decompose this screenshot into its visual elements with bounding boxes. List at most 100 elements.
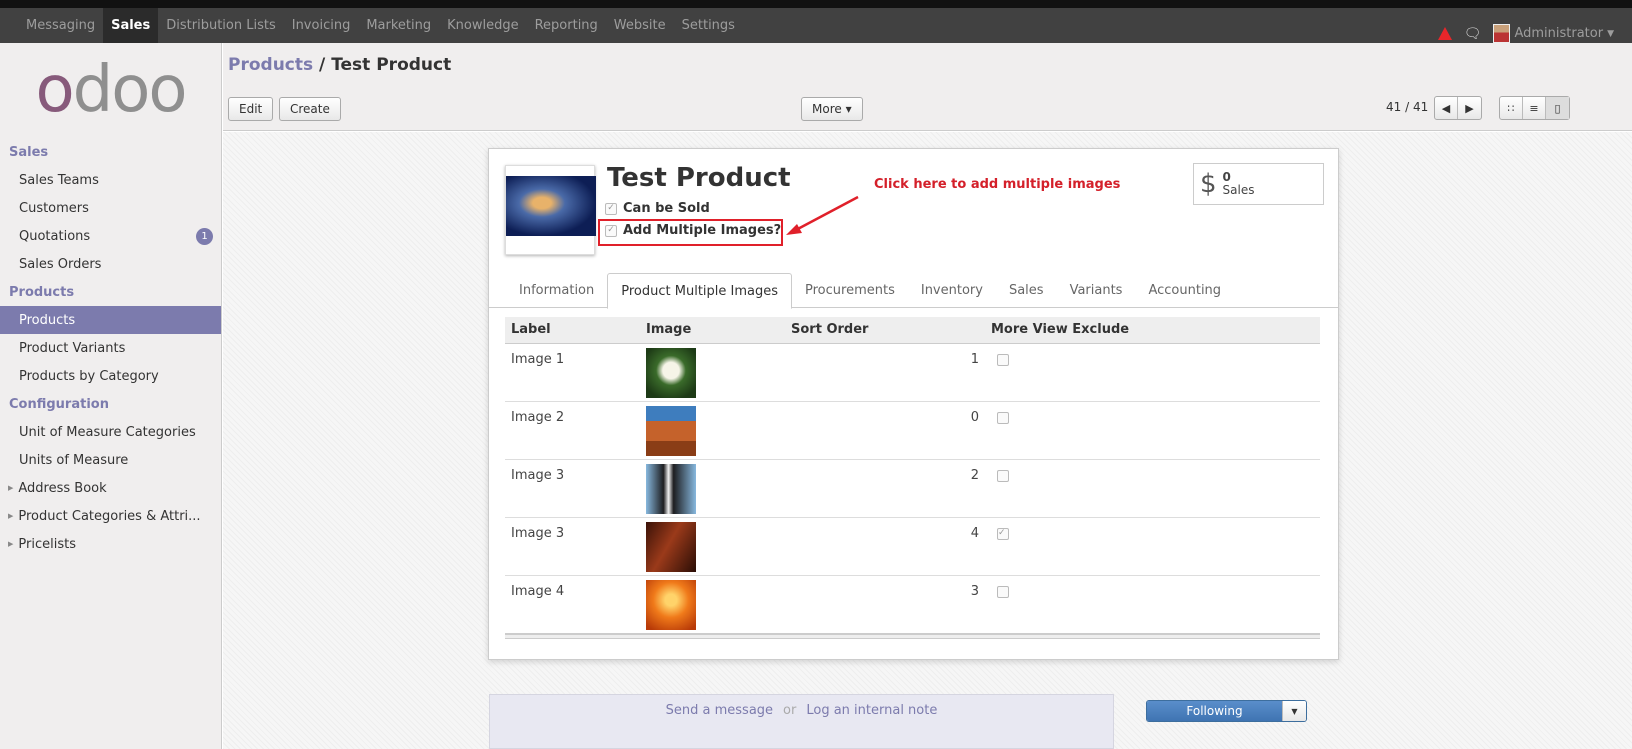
pager-buttons: ◀ ▶ (1434, 96, 1482, 120)
sidebar-item-sales-teams[interactable]: Sales Teams (0, 166, 221, 194)
row-exclude-cell (985, 575, 1320, 634)
sidebar-section-products: Products (9, 284, 75, 300)
table-row[interactable]: Image 4 3 (505, 575, 1320, 634)
sales-stat-label: Sales (1222, 183, 1255, 197)
row-label: Image 4 (505, 575, 640, 634)
product-image[interactable] (505, 165, 596, 255)
top-menu-messaging[interactable]: Messaging (18, 8, 103, 43)
sidebar-item-customers[interactable]: Customers (0, 194, 221, 222)
tab-variants[interactable]: Variants (1057, 273, 1136, 308)
tab-procurements[interactable]: Procurements (792, 273, 908, 308)
form-content-area: Test Product ✓ Can be Sold ✓ Add Multipl… (223, 132, 1632, 749)
top-menu-settings[interactable]: Settings (674, 8, 743, 43)
more-view-exclude-checkbox[interactable]: ✓ (997, 527, 1009, 540)
column-header-image[interactable]: Image (640, 317, 785, 344)
odoo-logo[interactable]: o doo (0, 43, 221, 138)
form-tabs: Information Product Multiple Images Proc… (489, 273, 1338, 309)
row-image-cell (640, 459, 785, 518)
tab-product-multiple-images[interactable]: Product Multiple Images (607, 273, 793, 309)
row-sort-order: 2 (785, 459, 985, 518)
sidebar-item-pricelists[interactable]: ▶ Pricelists (0, 530, 221, 558)
top-menu-knowledge[interactable]: Knowledge (439, 8, 526, 43)
control-panel: Products / Test Product Edit Create More… (223, 43, 1632, 131)
user-avatar (1493, 24, 1511, 43)
row-image-cell (640, 343, 785, 402)
row-exclude-cell (985, 343, 1320, 402)
send-message-link[interactable]: Send a message (666, 703, 773, 748)
row-exclude-cell (985, 459, 1320, 518)
top-menu-reporting[interactable]: Reporting (527, 8, 606, 43)
top-menu: Messaging Sales Distribution Lists Invoi… (0, 8, 743, 43)
sidebar-item-uom-categories[interactable]: Unit of Measure Categories (0, 418, 221, 446)
sidebar-item-units-of-measure[interactable]: Units of Measure (0, 446, 221, 474)
tab-accounting[interactable]: Accounting (1135, 273, 1234, 308)
product-image-picture (506, 176, 596, 236)
user-menu[interactable]: Administrator ▼ (1493, 24, 1614, 43)
sidebar-item-label: Product Categories & Attri... (18, 508, 201, 524)
edit-button[interactable]: Edit (228, 97, 274, 121)
following-button[interactable]: Following (1147, 701, 1282, 721)
list-view-icon[interactable]: ≡ (1523, 97, 1546, 119)
sidebar-item-product-variants[interactable]: Product Variants (0, 334, 221, 362)
annotation-highlight-box (598, 219, 783, 246)
kanban-view-icon[interactable]: ∷ (1500, 97, 1523, 119)
sales-stat-button[interactable]: $ 0 Sales (1193, 163, 1324, 205)
column-header-sort-order[interactable]: Sort Order (785, 317, 985, 344)
column-header-more-view-exclude[interactable]: More View Exclude (985, 317, 1320, 344)
row-exclude-cell: ✓ (985, 517, 1320, 576)
top-menu-website[interactable]: Website (606, 8, 674, 43)
more-view-exclude-checkbox[interactable] (997, 411, 1009, 424)
top-menu-distribution-lists[interactable]: Distribution Lists (158, 8, 283, 43)
table-row[interactable]: Image 2 0 (505, 401, 1320, 460)
form-view-icon[interactable]: ▯ (1546, 97, 1569, 119)
following-button-group: Following ▼ (1146, 700, 1307, 722)
row-image-thumbnail (646, 405, 696, 456)
caret-right-icon: ▶ (8, 484, 14, 492)
top-menu-sales[interactable]: Sales (103, 8, 159, 43)
sales-stat-value: 0 (1222, 170, 1231, 184)
sidebar-item-product-categories[interactable]: ▶ Product Categories & Attri... (0, 502, 221, 530)
logo-text: doo (72, 52, 188, 127)
caret-right-icon: ▶ (8, 540, 14, 548)
tab-inventory[interactable]: Inventory (908, 273, 996, 308)
tab-sales[interactable]: Sales (996, 273, 1057, 308)
row-image-thumbnail (646, 347, 696, 398)
sidebar-item-products[interactable]: Products (0, 306, 221, 334)
table-row[interactable]: Image 3 2 (505, 459, 1320, 518)
pager-value[interactable]: 41 / 41 (1386, 100, 1428, 114)
arrow-left-icon[interactable]: ◀ (1435, 97, 1458, 119)
column-header-label[interactable]: Label (505, 317, 640, 344)
more-view-exclude-checkbox[interactable] (997, 469, 1009, 482)
row-image-thumbnail (646, 463, 696, 514)
tab-information[interactable]: Information (506, 273, 607, 308)
top-menu-invoicing[interactable]: Invoicing (284, 8, 359, 43)
row-image-thumbnail (646, 579, 696, 630)
breadcrumb-products-link[interactable]: Products (228, 55, 313, 75)
can-be-sold-field: ✓ Can be Sold (605, 201, 710, 216)
more-view-exclude-checkbox[interactable] (997, 585, 1009, 598)
table-footer (505, 633, 1320, 639)
sidebar-section-configuration: Configuration (9, 396, 109, 412)
breadcrumb-separator: / (319, 55, 326, 75)
can-be-sold-checkbox[interactable]: ✓ (605, 202, 617, 215)
more-view-exclude-checkbox[interactable] (997, 353, 1009, 366)
row-image-cell (640, 401, 785, 460)
sidebar-item-label: Pricelists (18, 536, 76, 552)
row-label: Image 3 (505, 517, 640, 576)
chatter-composer-bar: Send a message or Log an internal note (489, 694, 1114, 749)
table-row[interactable]: Image 1 1 (505, 343, 1320, 402)
create-button[interactable]: Create (279, 97, 341, 121)
breadcrumb-current: Test Product (331, 55, 452, 75)
sidebar-item-address-book[interactable]: ▶ Address Book (0, 474, 221, 502)
table-row[interactable]: Image 3 4 ✓ (505, 517, 1320, 576)
more-dropdown-button[interactable]: More ▾ (801, 97, 863, 121)
log-note-link[interactable]: Log an internal note (806, 703, 937, 748)
top-menu-marketing[interactable]: Marketing (358, 8, 439, 43)
caret-down-icon[interactable]: ▼ (1282, 701, 1306, 721)
chat-icon[interactable]: 🗨 (1464, 26, 1482, 42)
arrow-right-icon[interactable]: ▶ (1458, 97, 1481, 119)
sidebar-item-products-by-category[interactable]: Products by Category (0, 362, 221, 390)
warning-icon[interactable] (1437, 27, 1452, 40)
sidebar-item-sales-orders[interactable]: Sales Orders (0, 250, 221, 278)
sidebar-item-quotations[interactable]: Quotations 1 (0, 222, 221, 250)
